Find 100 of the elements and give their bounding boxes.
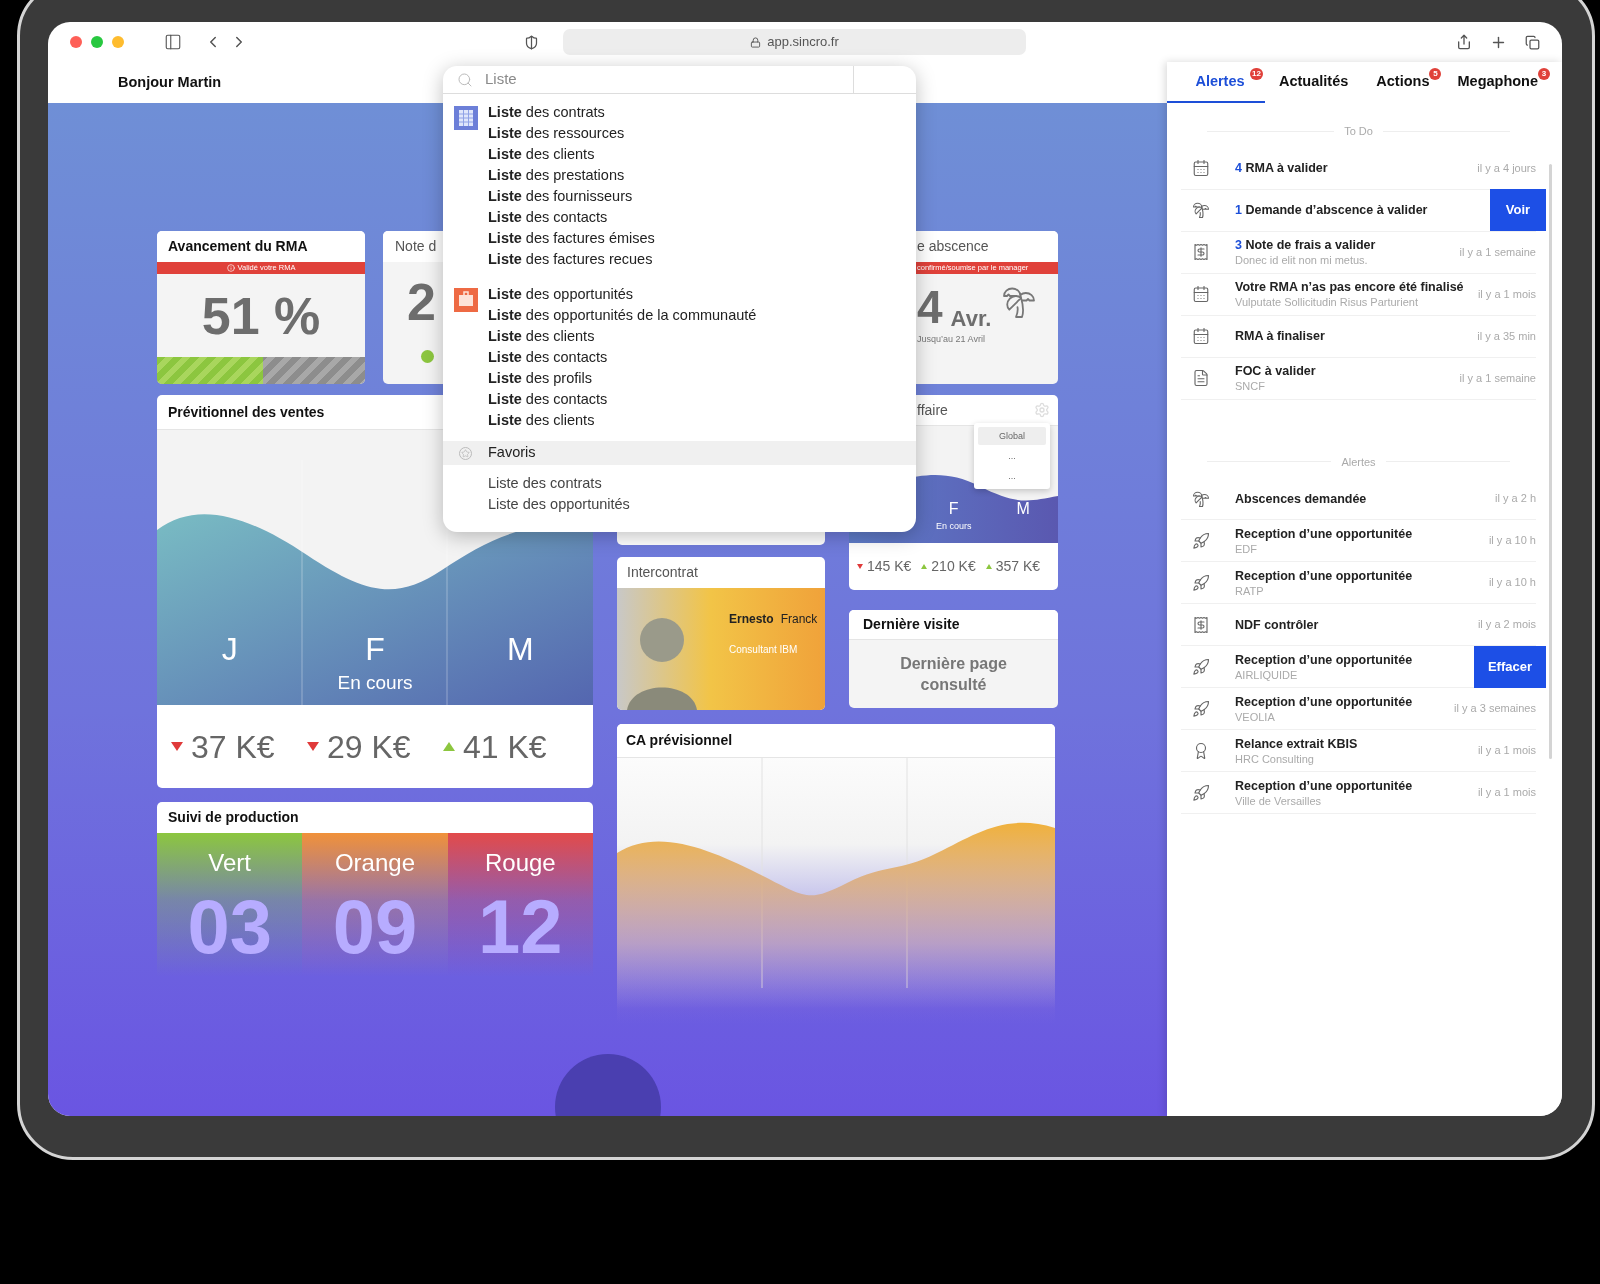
alert-time: il y a 1 mois — [1477, 286, 1536, 302]
search-result-item[interactable]: Liste des profils — [488, 368, 757, 389]
card-title: Dernière visite — [863, 615, 960, 634]
rocket-icon — [1192, 531, 1210, 550]
alert-time: il y a 10 h — [1488, 533, 1536, 549]
business-value: 210 K€ — [931, 557, 976, 576]
alert-title[interactable]: Reception d’une opportunitée — [1235, 693, 1455, 710]
card-title: CA prévisionnel — [626, 731, 733, 750]
alert-action-button[interactable]: Effacer — [1473, 645, 1546, 688]
card-title: Avancement du RMA — [168, 237, 308, 256]
status-label: Orange — [334, 851, 415, 875]
alert-title[interactable]: Votre RMA n’as pas encore été finalisé — [1235, 279, 1478, 295]
alert-title[interactable]: 4 RMA à valider — [1235, 160, 1478, 176]
panel-tab[interactable]: Actualités — [1265, 62, 1363, 103]
alert-title[interactable]: 3 Note de frais a valider — [1235, 237, 1460, 253]
alert-time: il y a 2 h — [1495, 491, 1536, 507]
menu-item[interactable]: ... — [978, 447, 1046, 465]
alert-subtitle: AIRLIQUIDE — [1235, 667, 1299, 682]
search-field[interactable]: Liste — [485, 68, 825, 91]
search-result-item[interactable]: Liste des ressources — [488, 123, 655, 144]
menu-item[interactable]: Global — [978, 427, 1046, 445]
favorite-item[interactable]: Liste des opportunités — [488, 494, 916, 515]
alert-subtitle: Ville de Versailles — [1235, 793, 1322, 808]
alert-title[interactable]: Reception d’une opportunitée — [1235, 567, 1489, 584]
alert-title[interactable]: Reception d’une opportunitée — [1235, 525, 1489, 542]
month-label: M — [507, 633, 534, 665]
search-result-item[interactable]: Liste des contacts — [488, 207, 655, 228]
absence-day: 4 — [917, 284, 943, 330]
alert-title[interactable]: 1 Demande d’abscence à valider — [1235, 202, 1490, 218]
alert-time: il y a 3 semaines — [1454, 701, 1536, 717]
alert-title[interactable]: FOC à valider — [1235, 363, 1460, 379]
alert-title[interactable]: RMA à finaliser — [1235, 328, 1478, 344]
progress-percentage: 51 % — [201, 289, 321, 342]
rocket-icon — [1192, 657, 1210, 676]
section-heading: Alertes — [1341, 454, 1376, 470]
status-count: 12 — [478, 889, 563, 965]
search-result-item[interactable]: Liste des factures émises — [488, 228, 655, 249]
search-result-item[interactable]: Liste des contrats — [488, 102, 655, 123]
last-name: Franck — [780, 611, 818, 628]
url-text: app.sincro.fr — [767, 33, 839, 52]
alert-subtitle: Vulputate Sollicitudin Risus Parturient — [1235, 295, 1420, 309]
first-name: Ernesto — [729, 611, 774, 628]
calendar-icon — [1192, 285, 1210, 303]
calendar-icon — [1192, 159, 1210, 177]
alert-time: il y a 4 jours — [1477, 160, 1536, 176]
alert-time: il y a 10 h — [1488, 575, 1536, 591]
search-result-item[interactable]: Liste des contacts — [488, 347, 757, 368]
sidebar-icon[interactable] — [164, 33, 182, 51]
search-result-item[interactable]: Liste des clients — [488, 410, 757, 431]
month-label: F — [948, 501, 959, 517]
card-title: e abscence — [917, 237, 989, 256]
alert-time: il y a 1 semaine — [1459, 370, 1536, 386]
expense-count: 2 — [407, 273, 436, 331]
alert-subtitle: RATP — [1235, 583, 1265, 598]
card-title: Note d — [395, 237, 437, 256]
panel-tab[interactable]: Alertes 12 — [1167, 62, 1265, 103]
card-title: Prévitionnel des ventes — [168, 402, 325, 422]
receipt-icon — [1192, 615, 1210, 634]
alert-title[interactable]: Reception d’une opportunitée — [1235, 777, 1478, 794]
favorite-item[interactable]: Liste des contrats — [488, 473, 916, 494]
absence-month: Avr. — [950, 308, 992, 330]
search-result-item[interactable]: Liste des prestations — [488, 165, 655, 186]
close-window-icon[interactable] — [70, 36, 82, 48]
alert-time: il y a 2 mois — [1477, 617, 1536, 633]
favorites-heading: Favoris — [488, 443, 536, 463]
count-badge: 12 — [1250, 68, 1263, 80]
panel-tab[interactable]: Megaphone 3 — [1443, 62, 1553, 103]
palm-tree-icon — [1192, 489, 1210, 508]
alert-title[interactable]: Relance extrait KBIS — [1235, 735, 1478, 752]
alert-subtitle: Donec id elit non mi metus. — [1235, 253, 1369, 267]
search-result-item[interactable]: Liste des fournisseurs — [488, 186, 655, 207]
card-title: ffaire — [917, 400, 948, 420]
alert-subtitle: SNCF — [1235, 379, 1266, 393]
panel-tab[interactable]: Actions 5 — [1362, 62, 1444, 103]
address-bar[interactable]: app.sincro.fr — [563, 29, 1026, 55]
search-result-item[interactable]: Liste des factures recues — [488, 249, 655, 270]
alert-title[interactable]: Abscences demandée — [1235, 490, 1496, 507]
search-result-item[interactable]: Liste des opportunités de la communauté — [488, 305, 757, 326]
count-badge: 5 — [1429, 68, 1442, 80]
alert-time: il y a 1 mois — [1477, 785, 1536, 801]
alert-title[interactable]: NDF contrôler — [1235, 616, 1478, 633]
month-status: En cours — [936, 520, 972, 533]
receipt-icon — [1192, 243, 1210, 261]
search-result-item[interactable]: Liste des clients — [488, 326, 757, 347]
briefcase-app-icon — [453, 288, 478, 312]
alert-action-button[interactable]: Voir — [1490, 189, 1546, 231]
lock-icon — [750, 36, 762, 48]
search-result-item[interactable]: Liste des opportunités — [488, 284, 757, 305]
search-result-item[interactable]: Liste des contacts — [488, 389, 757, 410]
share-icon[interactable] — [1456, 34, 1472, 50]
alert-time: il y a 35 min — [1477, 328, 1536, 344]
search-result-item[interactable]: Liste des clients — [488, 144, 655, 165]
info-icon — [226, 264, 235, 272]
grid-app-icon — [453, 106, 478, 130]
business-value: 357 K€ — [995, 557, 1041, 576]
alert-title[interactable]: Reception d’une opportunitée — [1235, 651, 1474, 668]
tabs-overview-icon[interactable] — [1525, 34, 1540, 50]
last-page-text: Dernière page consulté — [899, 654, 1008, 695]
menu-item[interactable]: ... — [978, 467, 1046, 485]
shield-icon[interactable] — [524, 34, 539, 50]
